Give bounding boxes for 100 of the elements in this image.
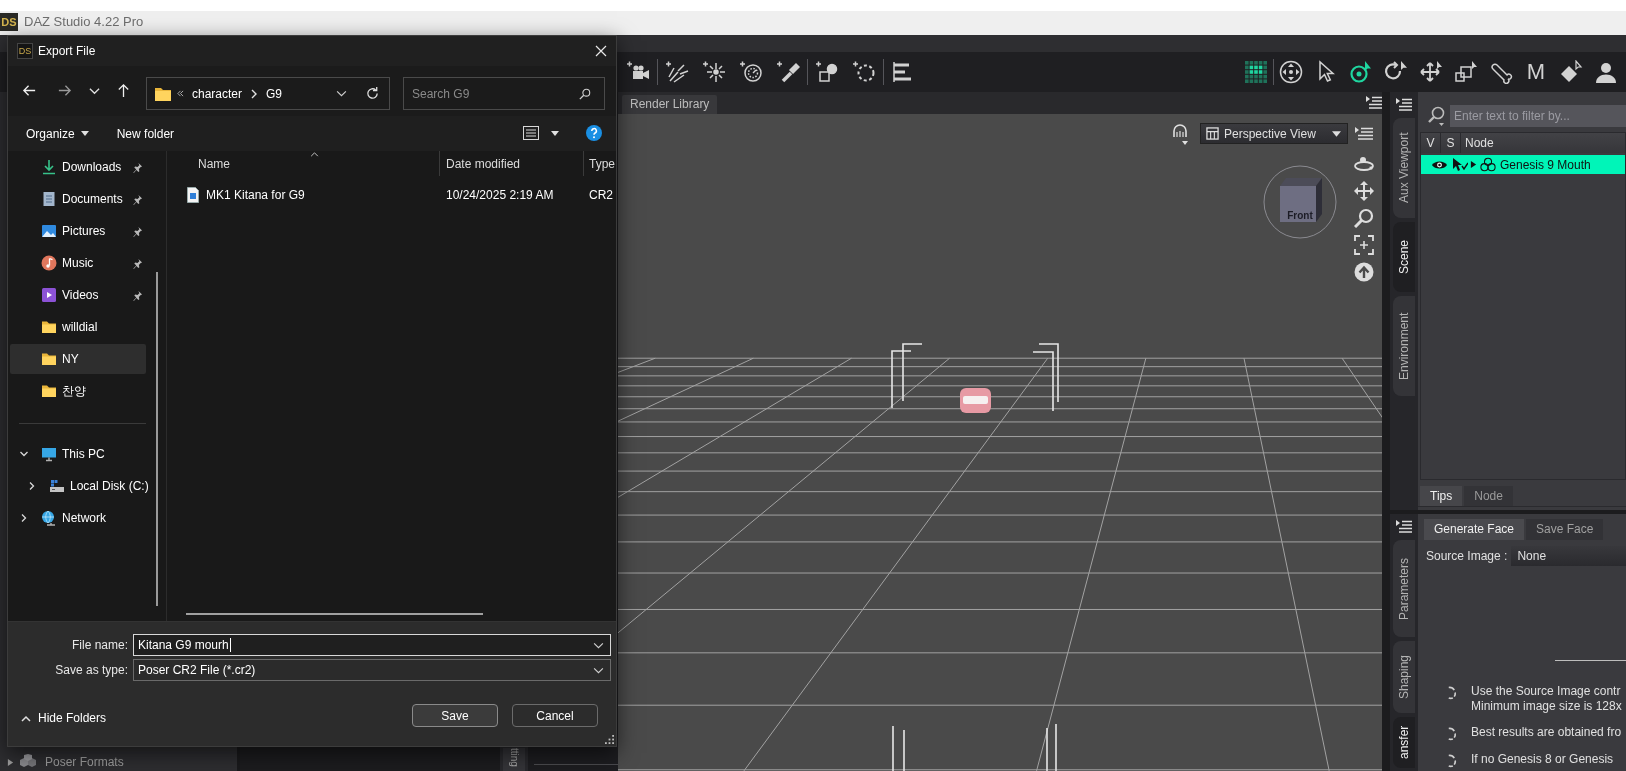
source-image-dropdown[interactable]: None [1511, 546, 1626, 566]
morph-tool-button[interactable]: M [1524, 60, 1548, 84]
column-header[interactable]: Date modified [440, 151, 584, 176]
bulb-icon[interactable] [1171, 124, 1189, 146]
scale-icon[interactable] [1454, 60, 1478, 84]
viewport[interactable]: Perspective View Front [618, 114, 1382, 771]
selection-bracket [1038, 343, 1059, 403]
side-tab[interactable]: ansfer [1393, 717, 1415, 768]
sparkle-icon[interactable] [702, 60, 726, 84]
back-arrow-icon[interactable] [22, 83, 37, 98]
panel-tab[interactable]: Generate Face [1424, 519, 1525, 540]
chevron-icon[interactable] [27, 481, 37, 491]
view-cube[interactable] [1262, 164, 1338, 240]
sidebar-item[interactable]: Downloads [10, 152, 146, 182]
folder-icon [41, 383, 57, 399]
side-tab[interactable]: Scene [1393, 222, 1415, 292]
sidebar-item[interactable]: Documents [10, 184, 146, 214]
navigation-item[interactable]: Network [10, 503, 160, 533]
sidebar-item[interactable]: Pictures [10, 216, 146, 246]
sidebar-item[interactable]: Videos [10, 280, 146, 310]
panel-tab[interactable]: Tips [1420, 486, 1463, 506]
breadcrumb-item[interactable]: G9 [266, 86, 283, 101]
sidebar-item[interactable]: NY [10, 344, 146, 374]
library-item[interactable]: Poser Formats [0, 754, 237, 770]
navigation-item[interactable]: This PC [10, 439, 160, 469]
pin-icon[interactable] [132, 289, 143, 301]
selection-bracket [902, 343, 923, 402]
chevron-icon[interactable] [19, 513, 29, 523]
file-name-field[interactable]: Kitana G9 mourh [133, 634, 611, 656]
shapes-icon[interactable] [815, 60, 839, 84]
scrollbar-thumb[interactable] [156, 272, 158, 606]
panel-menu-icon[interactable] [1355, 127, 1373, 141]
organize-button[interactable]: Organize [26, 126, 89, 141]
panel-menu-icon[interactable] [1396, 520, 1412, 534]
view-dropdown[interactable]: Perspective View [1200, 123, 1348, 144]
expand-arrow-icon[interactable] [1470, 161, 1477, 168]
pin-icon[interactable] [132, 161, 143, 173]
light-rays-icon[interactable] [665, 60, 689, 84]
arrows-circle-icon[interactable] [1279, 60, 1303, 84]
pin-icon[interactable] [132, 257, 143, 269]
search-icon[interactable] [1428, 106, 1446, 126]
column-header[interactable]: Node [1461, 133, 1625, 153]
address-bar[interactable]: character G9 [146, 77, 390, 110]
chevron-icon[interactable] [19, 449, 29, 459]
dial-icon[interactable] [739, 60, 763, 84]
eye-icon[interactable] [1431, 158, 1448, 171]
scrollbar-thumb[interactable] [186, 613, 483, 615]
video-icon [41, 287, 57, 303]
refresh-icon[interactable] [365, 86, 380, 101]
sidebar-item[interactable]: 찬양 [10, 376, 146, 406]
breadcrumb-item[interactable]: character [192, 86, 243, 101]
column-header[interactable]: Name [186, 151, 440, 176]
render-library-tab[interactable]: Render Library [622, 95, 718, 114]
move-icon[interactable] [1354, 181, 1374, 201]
hide-folders-button[interactable]: Hide Folders [21, 711, 107, 725]
pin-icon[interactable] [132, 193, 143, 205]
pin-icon[interactable] [132, 225, 143, 237]
chevron-down-icon[interactable] [89, 87, 100, 95]
panel-tab[interactable]: Node [1464, 486, 1513, 506]
file-name[interactable]: MK1 Kitana for G9 [206, 188, 305, 202]
caret-up-icon [21, 714, 31, 722]
view-options-button[interactable] [523, 126, 559, 140]
side-tab[interactable]: Environment [1393, 296, 1415, 396]
new-folder-button[interactable]: New folder [116, 126, 175, 141]
sidebar-item[interactable]: willdial [10, 312, 146, 342]
frame-icon[interactable] [1354, 235, 1374, 255]
column-header[interactable]: S [1441, 133, 1461, 153]
up-arrow-icon[interactable] [116, 83, 131, 98]
pointer-icon[interactable] [1452, 157, 1468, 172]
side-tab[interactable]: Parameters [1393, 540, 1415, 637]
column-header[interactable]: V [1421, 133, 1441, 153]
side-tab[interactable]: Aux Viewport [1393, 118, 1415, 218]
source-image-label: Source Image : [1426, 549, 1508, 563]
dialog-button[interactable]: Cancel [512, 704, 598, 727]
flashlight-icon[interactable] [776, 60, 800, 84]
orbit-icon[interactable] [1354, 154, 1374, 174]
column-header[interactable]: Type [584, 151, 616, 176]
navigation-item[interactable]: Local Disk (C:) [10, 471, 160, 501]
scene-node-row[interactable]: Genesis 9 Mouth [1421, 155, 1625, 174]
side-tab[interactable]: Shaping [1393, 641, 1415, 713]
dotted-circle-icon[interactable] [852, 60, 876, 84]
dialog-button[interactable]: Save [412, 704, 498, 727]
help-icon[interactable] [586, 125, 602, 141]
panel-menu-icon[interactable] [1366, 96, 1382, 110]
panel-menu-icon[interactable] [1396, 98, 1412, 112]
panel-tab[interactable]: Save Face [1526, 519, 1604, 540]
rotate-cursor-icon[interactable] [1349, 60, 1373, 84]
grid-icon[interactable] [1244, 60, 1268, 84]
double-chevron-icon[interactable] [177, 90, 184, 97]
move-icon[interactable] [1419, 60, 1443, 84]
search-field[interactable]: Search G9 [403, 77, 605, 110]
person-icon[interactable] [1594, 60, 1618, 84]
forward-arrow-icon[interactable] [57, 83, 72, 98]
save-as-type-dropdown[interactable]: Poser CR2 File (*.cr2) [133, 659, 611, 681]
diamond-icon[interactable] [1559, 60, 1583, 84]
chevron-down-icon[interactable] [593, 641, 604, 649]
zoom-icon[interactable] [1354, 208, 1374, 228]
resize-grip-icon[interactable] [605, 735, 614, 744]
chevron-down-icon[interactable] [336, 90, 347, 97]
sidebar-item[interactable]: Music [10, 248, 146, 278]
